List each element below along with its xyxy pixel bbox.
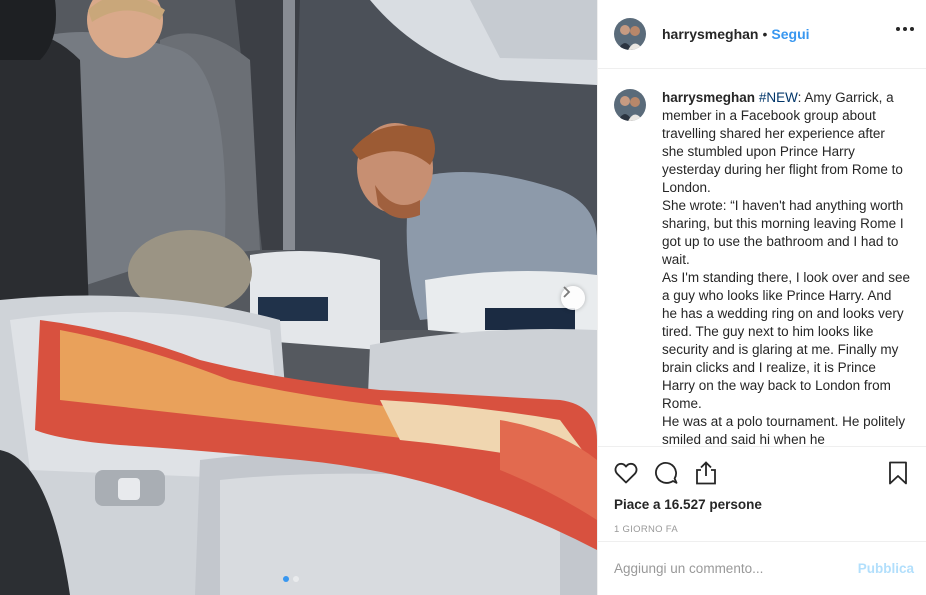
avatar[interactable] xyxy=(614,18,646,50)
comments-scroll-area[interactable]: harrysmeghan #NEW: Amy Garrick, a member… xyxy=(598,69,926,446)
next-slide-button[interactable] xyxy=(561,286,585,310)
caption-username[interactable]: harrysmeghan xyxy=(662,90,755,105)
header-username[interactable]: harrysmeghan xyxy=(662,26,758,42)
publish-button[interactable]: Pubblica xyxy=(858,561,914,576)
comment-button[interactable] xyxy=(654,461,678,485)
chevron-right-icon xyxy=(563,286,571,298)
share-button[interactable] xyxy=(694,461,718,485)
more-options-icon[interactable] xyxy=(896,27,914,31)
caption-text: harrysmeghan #NEW: Amy Garrick, a member… xyxy=(662,89,910,446)
separator-dot: • xyxy=(762,26,768,42)
hashtag-link[interactable]: #NEW xyxy=(759,90,798,105)
photo-scene xyxy=(0,0,597,595)
post-sidebar: harrysmeghan • Segui harrysmeghan #NEW: … xyxy=(597,0,926,595)
bookmark-icon xyxy=(889,461,907,485)
post-timestamp[interactable]: 1 GIORNO FA xyxy=(614,524,910,535)
caption-line: As I'm standing there, I look over and s… xyxy=(662,270,910,411)
post-header: harrysmeghan • Segui xyxy=(598,0,926,69)
caption-line: : Amy Garrick, a member in a Facebook gr… xyxy=(662,90,903,195)
caption-avatar[interactable] xyxy=(614,89,646,121)
post-photo[interactable] xyxy=(0,0,597,595)
like-button[interactable] xyxy=(614,461,638,485)
carousel-indicators xyxy=(283,576,299,582)
follow-button[interactable]: Segui xyxy=(771,26,809,42)
share-icon xyxy=(696,461,716,485)
carousel-dot xyxy=(293,576,299,582)
caption-line: He was at a polo tournament. He politely… xyxy=(662,414,906,446)
comment-icon xyxy=(655,461,678,484)
post-actions: Piace a 16.527 persone 1 GIORNO FA xyxy=(598,446,926,541)
likes-count[interactable]: Piace a 16.527 persone xyxy=(614,497,910,512)
carousel-dot-active xyxy=(283,576,289,582)
heart-icon xyxy=(614,462,638,484)
save-button[interactable] xyxy=(886,461,910,485)
comment-input[interactable] xyxy=(614,561,858,576)
comment-bar: Pubblica xyxy=(598,541,926,595)
post-caption: harrysmeghan #NEW: Amy Garrick, a member… xyxy=(614,89,910,446)
caption-line: She wrote: “I haven't had anything worth… xyxy=(662,198,904,267)
